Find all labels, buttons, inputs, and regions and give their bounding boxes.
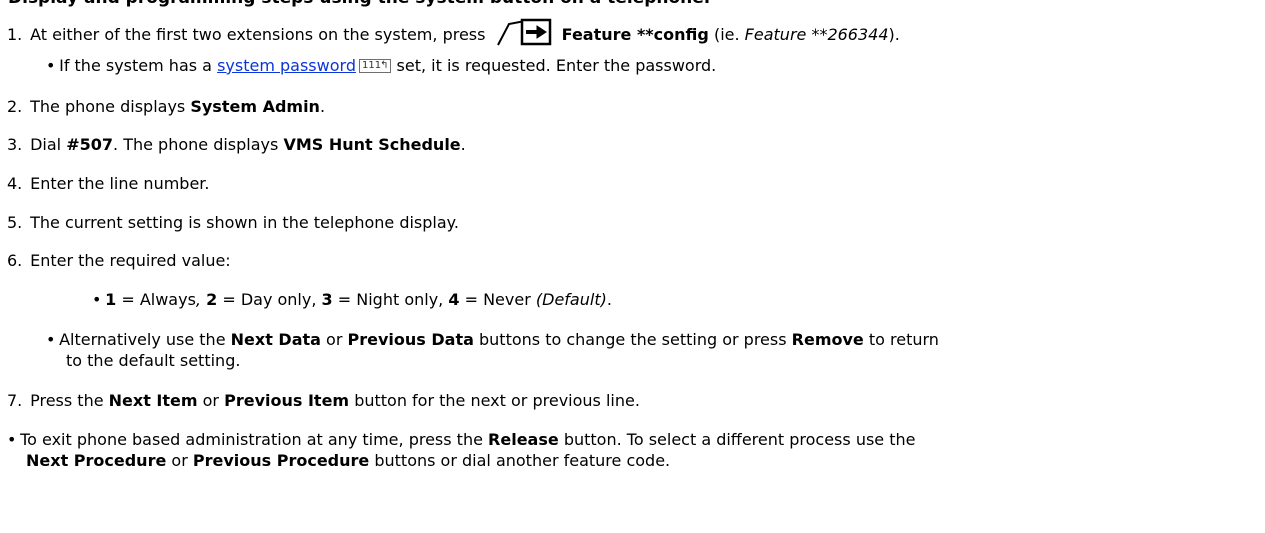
- step-5: 5. The current setting is shown in the t…: [7, 213, 459, 232]
- value-options: • 1 = Always, 2 = Day only, 3 = Night on…: [92, 290, 612, 309]
- bullet-exit: • To exit phone based administration at …: [7, 430, 916, 449]
- system-password-link[interactable]: system password: [217, 56, 356, 75]
- bullet-dot: •: [46, 56, 56, 75]
- top-cut-heading: Display and programming steps using the …: [8, 0, 1048, 8]
- bullet-system-password: • If the system has a system password 111…: [46, 56, 717, 75]
- bullet-alternative-line2: to the default setting.: [66, 351, 241, 370]
- bullet-dot: •: [46, 330, 56, 349]
- bullet-dot: •: [92, 290, 102, 309]
- step-6: 6. Enter the required value:: [7, 251, 231, 270]
- bullet-dot: •: [7, 430, 17, 449]
- step-3: 3. Dial #507. The phone displays VMS Hun…: [7, 135, 466, 154]
- bullet-alternative: • Alternatively use the Next Data or Pre…: [46, 330, 939, 349]
- bullet-exit-line2: Next Procedure or Previous Procedure but…: [26, 451, 671, 470]
- feature-button-icon: [496, 18, 551, 46]
- step-1: 1. At either of the first two extensions…: [7, 18, 900, 46]
- page-reference-badge[interactable]: 111↰: [358, 59, 392, 73]
- jump-arrow-icon: ↰: [380, 60, 389, 71]
- step-2: 2. The phone displays System Admin.: [7, 97, 326, 116]
- step-4: 4. Enter the line number.: [7, 174, 210, 193]
- step-7: 7. Press the Next Item or Previous Item …: [7, 391, 640, 410]
